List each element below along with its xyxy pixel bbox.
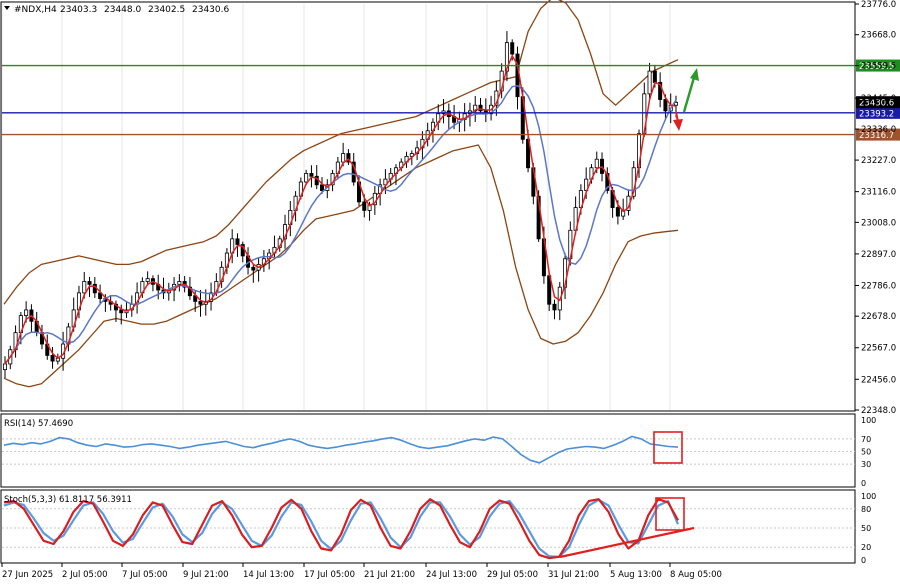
price-tick-label: 23776.0 xyxy=(861,0,896,10)
stoch-tick-label: 80 xyxy=(861,505,871,514)
candle-body xyxy=(3,363,8,371)
stoch-tick-label: 50 xyxy=(861,524,871,533)
candle-body xyxy=(251,266,256,271)
candle-body xyxy=(50,355,55,362)
price-tick-label: 22348.0 xyxy=(861,406,896,416)
level-label: 23393.2 xyxy=(859,109,894,119)
price-tick-label: 23559.5 xyxy=(861,62,896,72)
rsi-label: RSI(14) 57.4690 xyxy=(4,419,73,429)
candle-body xyxy=(478,104,483,112)
candle-body xyxy=(663,99,668,112)
price-tick-label: 22567.0 xyxy=(861,344,896,354)
price-tick-label: 22456.0 xyxy=(861,375,896,385)
chart-background xyxy=(0,0,900,584)
price-tick-label: 23445.0 xyxy=(861,94,896,104)
candle-body xyxy=(145,278,150,282)
candle-body xyxy=(24,309,29,317)
candle-body xyxy=(362,201,367,211)
price-tick-label: 22678.0 xyxy=(861,312,896,322)
rsi-tick-label: 50 xyxy=(861,448,871,457)
candle-body xyxy=(309,173,314,177)
time-tick-label: 21 Jul 21:00 xyxy=(364,570,415,580)
time-tick-label: 31 Jul 21:00 xyxy=(548,570,599,580)
time-tick-label: 14 Jul 13:00 xyxy=(243,570,294,580)
price-tick-label: 23336.0 xyxy=(861,125,896,135)
stoch-tick-label: 0 xyxy=(861,556,866,565)
candle-body xyxy=(341,153,346,163)
ohlc-high: 23448.0 xyxy=(104,5,141,15)
candle-body xyxy=(82,281,87,294)
candle-body xyxy=(647,70,652,95)
ohlc-open: 23403.3 xyxy=(60,5,97,15)
rsi-tick-label: 70 xyxy=(861,435,871,444)
time-tick-label: 9 Jul 21:00 xyxy=(183,570,229,580)
trading-chart: 23559.523393.223316.723430.6 23776.02366… xyxy=(0,0,900,584)
candle-body xyxy=(198,300,203,305)
chart-root: 23559.5 23393.2 23316.7 23430.6 23776.0 2366… xyxy=(0,0,900,584)
stoch-tick-label: 100 xyxy=(861,492,876,501)
chart-title: #NDX,H4 xyxy=(14,5,57,15)
candle-body xyxy=(235,238,240,245)
candle-body xyxy=(615,207,620,217)
rsi-tick-label: 100 xyxy=(861,416,876,425)
price-tick-label: 23116.0 xyxy=(861,188,896,198)
time-tick-label: 27 Jun 2025 xyxy=(2,570,53,580)
candle-body xyxy=(119,309,124,314)
rsi-tick-label: 0 xyxy=(861,479,866,488)
time-tick-label: 17 Jul 05:00 xyxy=(304,570,355,580)
time-tick-label: 8 Aug 05:00 xyxy=(670,570,722,580)
price-tick-label: 22786.0 xyxy=(861,281,896,291)
time-tick-label: 24 Jul 13:00 xyxy=(426,570,477,580)
candle-body xyxy=(177,281,182,285)
candle-body xyxy=(510,42,515,55)
stoch-label: Stoch(5,3,3) 61.8117 56.3911 xyxy=(4,495,132,505)
stoch-tick-label: 20 xyxy=(861,543,871,552)
time-tick-label: 2 Jul 05:00 xyxy=(62,570,108,580)
ohlc-low: 23402.5 xyxy=(148,5,185,15)
price-tick-label: 23008.0 xyxy=(861,218,896,228)
candle-body xyxy=(652,70,657,83)
candle-body xyxy=(552,303,557,311)
time-tick-label: 7 Jul 05:00 xyxy=(122,570,168,580)
candle-body xyxy=(87,281,92,285)
candle-body xyxy=(320,184,325,191)
price-tick-label: 23668.0 xyxy=(861,31,896,41)
candle-body xyxy=(594,158,599,169)
ohlc-close: 23430.6 xyxy=(192,5,229,15)
price-tick-label: 22897.0 xyxy=(861,250,896,260)
time-tick-label: 29 Jul 05:00 xyxy=(487,570,538,580)
price-tick-label: 23227.0 xyxy=(861,156,896,166)
rsi-tick-label: 30 xyxy=(861,460,871,469)
candle-body xyxy=(304,173,309,183)
time-tick-label: 5 Aug 13:00 xyxy=(610,570,662,580)
